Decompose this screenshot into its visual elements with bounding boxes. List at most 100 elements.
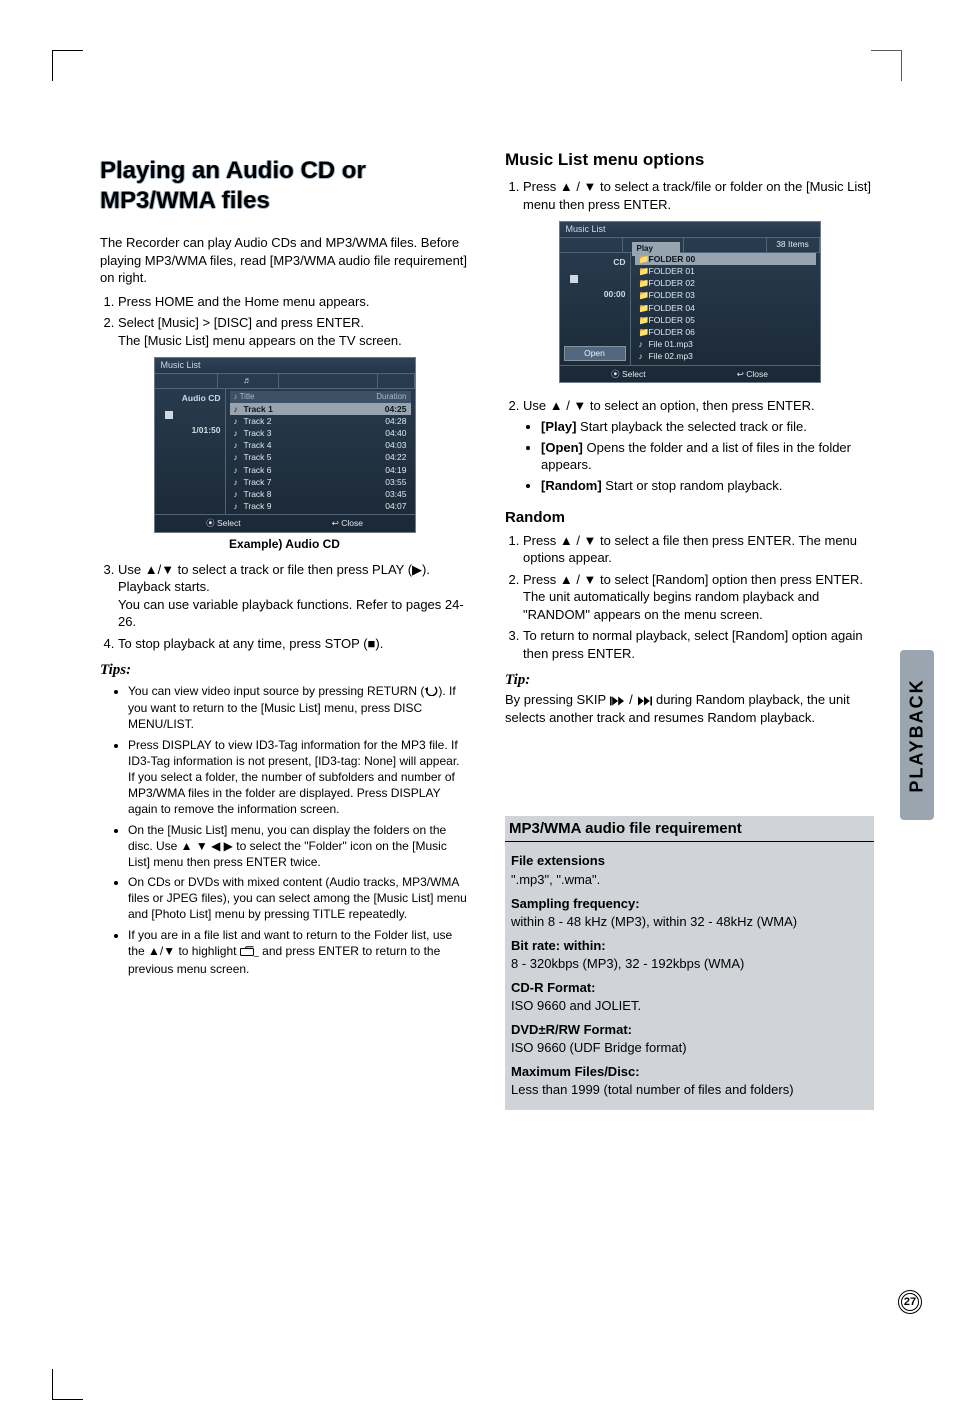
osd1-tab-right [377,374,415,388]
tip-item: On CDs or DVDs with mixed content (Audio… [128,874,469,923]
osd2-time: 00:00 [564,289,626,299]
skip-tip: By pressing SKIP / during Random playbac… [505,691,874,726]
crop-marks-top [0,0,954,110]
req-bitrate-label: Bit rate: within: [511,937,868,955]
req-cdr-label: CD-R Format: [511,979,868,997]
left-step-2a: Select [Music] > [DISC] and press ENTER. [118,315,364,330]
skip-tip-a: By pressing SKIP [505,692,610,707]
osd1-tab-music: ♬ [217,374,279,388]
osd1-list: ♪ Title Duration ♪Track 104:25 ♪Track 20… [226,389,415,514]
osd1-footer: ⦿ Select ↩ Close [155,514,415,531]
random-steps: Press ▲ / ▼ to select a file then press … [505,532,874,663]
osd1-disc-label: Audio CD [159,393,221,403]
skip-prev-next-icon [610,696,626,706]
right-column: Music List menu options Press ▲ / ▼ to s… [505,150,874,1110]
left-steps-cont: Use ▲/▼ to select a track or file then p… [100,561,469,653]
skip-next-icon [636,696,652,706]
osd-music-list-folders: Music List ♬ 38 Items CD 00:00 Open [559,221,821,383]
req-cdr: ISO 9660 and JOLIET. [511,997,868,1015]
random-step-1: Press ▲ / ▼ to select a file then press … [523,532,874,567]
page-number: 27 [898,1290,922,1314]
tip1a: You can view video input source by press… [128,684,424,698]
play-icon: ▶ [412,562,422,577]
music-note-icon: ♬ [243,375,252,385]
opt-random: [Random] Start or stop random playback. [541,477,874,495]
page-title: Playing an Audio CD or MP3/WMA files [100,156,469,216]
osd2-row: 📁FOLDER 05 [635,314,816,326]
side-tab-label: PLAYBACK [907,678,928,792]
left-step-3c: You can use variable playback functions.… [118,597,464,630]
osd2-footer-close: Close [746,369,768,379]
osd2-disc-label: CD [564,257,626,267]
osd2-open-button: Open [564,346,626,360]
page: PLAYBACK Playing an Audio CD or MP3/WMA … [0,110,954,1340]
left-step-1: Press HOME and the Home menu appears. [118,293,469,311]
osd2-items-count: 38 Items [766,238,820,252]
req-sampling-label: Sampling frequency: [511,895,868,913]
req-bitrate: 8 - 320kbps (MP3), 32 - 192kbps (WMA) [511,955,868,973]
tip-item: You can view video input source by press… [128,683,469,732]
tip-label-single: Tip: [505,672,874,689]
opt-open: [Open] Opens the folder and a list of fi… [541,439,874,474]
osd1-row: ♪Track 803:45 [230,488,411,500]
osd1-caption: Example) Audio CD [100,537,469,551]
osd1-row: ♪Track 204:28 [230,415,411,427]
req-max: Less than 1999 (total number of files an… [511,1081,868,1099]
tip-item: If you are in a file list and want to re… [128,927,469,978]
left-step-3a: Use ▲/▼ to select a track or file then p… [118,562,412,577]
right-steps-2: Use ▲ / ▼ to select an option, then pres… [505,397,874,495]
req-max-label: Maximum Files/Disc: [511,1063,868,1081]
requirement-box: MP3/WMA audio file requirement File exte… [505,816,874,1110]
osd2-row: ♪File 01.mp3 [635,338,816,350]
intro-text: The Recorder can play Audio CDs and MP3/… [100,234,469,287]
random-step-2b: The unit automatically begins random pla… [523,589,819,622]
requirement-title: MP3/WMA audio file requirement [505,816,874,842]
requirement-body: File extensions ".mp3", ".wma". Sampling… [505,842,874,1110]
tip-item: Press DISPLAY to view ID3-Tag informatio… [128,737,469,818]
req-file-ext-label: File extensions [511,852,868,870]
osd2-tabrow: ♬ 38 Items [560,238,820,253]
tips-list: You can view video input source by press… [100,683,469,977]
left-step-2: Select [Music] > [DISC] and press ENTER.… [118,314,469,349]
stop-icon [165,411,173,419]
osd1-hdr-title: Title [240,392,255,401]
osd1-footer-select: Select [217,518,241,528]
left-column: Playing an Audio CD or MP3/WMA files The… [100,150,469,1110]
left-step-3: Use ▲/▼ to select a track or file then p… [118,561,469,631]
osd1-time: 1/01:50 [159,425,221,435]
req-dvd: ISO 9660 (UDF Bridge format) [511,1039,868,1057]
osd1-row: ♪Track 304:40 [230,427,411,439]
stop-icon [570,275,578,283]
tips-label: Tips: [100,662,469,679]
random-step-3: To return to normal playback, select [Ra… [523,627,874,662]
right-step-1: Press ▲ / ▼ to select a track/file or fo… [523,178,874,213]
right-step-2: Use ▲ / ▼ to select an option, then pres… [523,397,874,495]
osd2-row: 📁FOLDER 03 [635,289,816,301]
osd2-row: 📁FOLDER 06 [635,326,816,338]
osd1-row: ♪Track 104:25 [230,403,411,415]
req-dvd-label: DVD±R/RW Format: [511,1021,868,1039]
side-tab-playback: PLAYBACK [900,650,934,820]
osd2-footer-select: Select [622,369,646,379]
osd1-row: ♪Track 604:19 [230,464,411,476]
osd2-row: 📁FOLDER 01 [635,265,816,277]
random-step-2: Press ▲ / ▼ to select [Random] option th… [523,571,874,624]
osd2-list: 📁FOLDER 00 📁FOLDER 01 📁FOLDER 02 📁FOLDER… [631,253,820,365]
osd-music-list-cd: Music List ♬ Audio CD 1/01:50 ♪ T [154,357,416,532]
right-steps-1: Press ▲ / ▼ to select a track/file or fo… [505,178,874,213]
folder-up-icon [240,944,254,960]
left-step-2b: The [Music List] menu appears on the TV … [118,333,402,348]
osd1-hdr-dur: Duration [376,392,406,402]
osd2-title: Music List [560,222,820,238]
req-file-ext: ".mp3", ".wma". [511,871,868,889]
osd1-tabrow: ♬ [155,374,415,389]
osd1-row: ♪Track 504:22 [230,451,411,463]
osd2-popup: Play [632,242,680,256]
osd1-row: ♪Track 404:03 [230,439,411,451]
random-step-2a: Press ▲ / ▼ to select [Random] option th… [523,572,863,587]
return-icon [424,684,438,700]
osd2-popup-play: Play [633,243,679,255]
random-heading: Random [505,509,874,526]
osd1-row: ♪Track 904:07 [230,500,411,512]
osd1-row: ♪Track 703:55 [230,476,411,488]
